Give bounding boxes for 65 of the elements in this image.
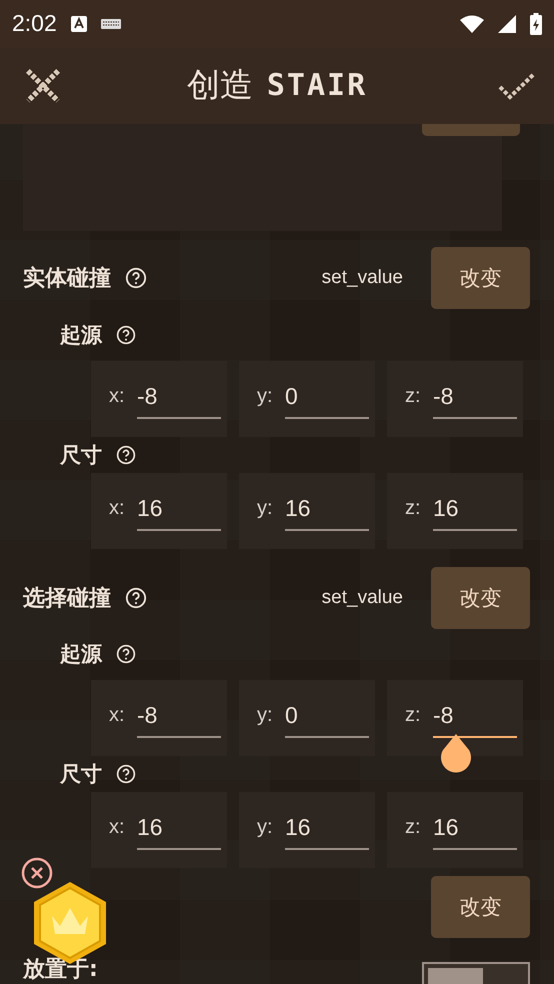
axis-label: z: — [405, 704, 421, 728]
coordinate-field[interactable]: x: -8 — [91, 360, 227, 437]
help-icon[interactable] — [116, 444, 136, 465]
axis-label: z: — [405, 496, 421, 520]
close-icon[interactable] — [25, 68, 61, 104]
check-icon[interactable] — [498, 70, 536, 101]
change-button[interactable]: 改变 — [431, 566, 530, 629]
close-icon[interactable] — [21, 857, 53, 889]
section-label: 选择碰撞 — [23, 584, 111, 613]
coordinate-field[interactable]: y: 16 — [239, 792, 375, 868]
section-label: 实体碰撞 — [23, 265, 111, 293]
axis-label: y: — [257, 384, 273, 408]
field-value[interactable]: -8 — [137, 374, 221, 419]
axis-label: z: — [405, 816, 421, 840]
text-input-icon — [70, 16, 87, 32]
axis-label: y: — [257, 816, 273, 840]
field-value[interactable]: 16 — [137, 486, 221, 531]
change-button[interactable]: 改变 — [431, 876, 530, 938]
coordinate-field[interactable]: x: 16 — [91, 792, 227, 868]
axis-label: y: — [257, 496, 273, 520]
coordinate-field[interactable]: z: 16 — [387, 792, 523, 868]
coordinate-field[interactable]: y: 0 — [239, 680, 375, 756]
mode-value: set_value — [322, 267, 403, 289]
field-value[interactable]: 16 — [433, 486, 517, 531]
help-icon[interactable] — [116, 644, 136, 664]
help-icon[interactable] — [125, 586, 147, 609]
field-value[interactable]: 16 — [137, 806, 221, 850]
status-time: 2:02 — [12, 10, 57, 38]
help-icon[interactable] — [116, 324, 136, 345]
wifi-icon — [460, 14, 484, 33]
coordinate-field[interactable]: y: 16 — [239, 472, 375, 549]
group-label: 起源 — [60, 641, 102, 668]
change-button[interactable]: 改变 — [431, 247, 530, 309]
axis-label: x: — [109, 496, 125, 520]
field-value[interactable]: 16 — [433, 806, 517, 850]
group-label: 起源 — [60, 322, 102, 349]
coordinate-field[interactable]: z: -8 — [387, 360, 523, 437]
field-value[interactable]: -8 — [433, 374, 517, 419]
help-icon[interactable] — [125, 267, 147, 289]
cursor-handle[interactable] — [439, 734, 473, 774]
field-value[interactable]: 16 — [285, 806, 369, 850]
block-name: STAIR — [266, 68, 368, 104]
field-value[interactable]: 0 — [285, 694, 369, 738]
field-value[interactable]: -8 — [137, 694, 221, 738]
mode-value: set_value — [322, 586, 403, 609]
coordinate-field[interactable]: z: 16 — [387, 472, 523, 549]
axis-label: x: — [109, 704, 125, 728]
toggle-switch[interactable] — [422, 962, 530, 984]
coordinate-field[interactable]: x: -8 — [91, 680, 227, 756]
coordinate-field[interactable]: x: 16 — [91, 472, 227, 549]
axis-label: x: — [109, 816, 125, 840]
keyboard-icon — [100, 18, 121, 29]
signal-icon — [498, 14, 516, 33]
coordinate-field[interactable]: y: 0 — [239, 360, 375, 437]
battery-icon — [530, 12, 542, 35]
field-value[interactable]: 16 — [285, 486, 369, 531]
group-label: 尺寸 — [60, 761, 102, 788]
axis-label: z: — [405, 384, 421, 408]
axis-label: x: — [109, 384, 125, 408]
page-title: 创造 — [186, 64, 253, 106]
axis-label: y: — [257, 704, 273, 728]
coordinate-field[interactable]: z: -8 — [387, 680, 523, 756]
help-icon[interactable] — [116, 764, 136, 784]
field-value[interactable]: 0 — [285, 374, 369, 419]
group-label: 尺寸 — [60, 442, 102, 469]
